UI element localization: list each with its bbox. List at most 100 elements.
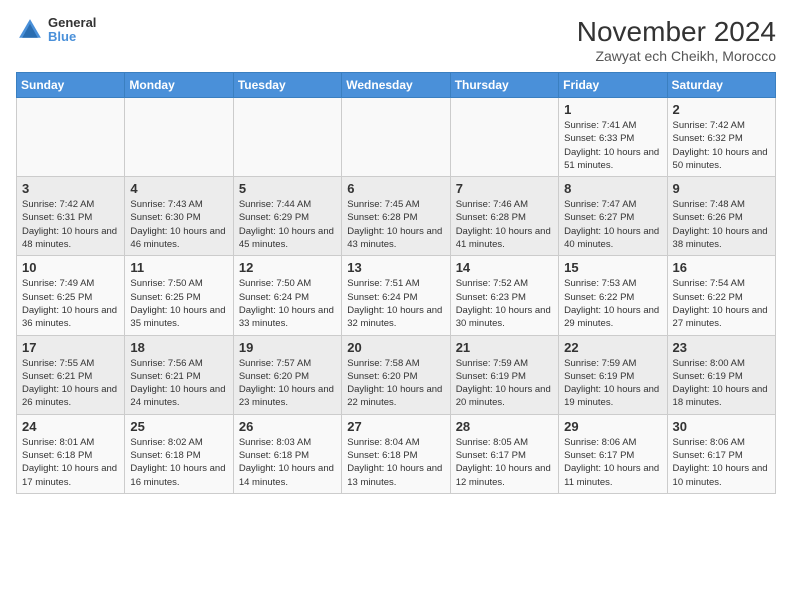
calendar-cell: 21 Sunrise: 7:59 AMSunset: 6:19 PMDayligh… — [450, 335, 558, 414]
day-number: 26 — [239, 419, 336, 434]
cell-line: Daylight: 10 hours and 20 minutes. — [456, 384, 551, 408]
cell-line: Sunset: 6:23 PM — [456, 292, 526, 303]
day-number: 14 — [456, 260, 553, 275]
calendar-cell: 22Sunrise: 7:59 AMSunset: 6:19 PMDayligh… — [559, 335, 667, 414]
calendar-week-row: 17 Sunrise: 7:55 AMSunset: 6:21 PMDayligh… — [17, 335, 776, 414]
calendar-header-row: SundayMondayTuesdayWednesdayThursdayFrid… — [17, 73, 776, 98]
calendar-cell: 8Sunrise: 7:47 AMSunset: 6:27 PMDaylight… — [559, 177, 667, 256]
day-number: 11 — [130, 260, 227, 275]
calendar-cell: 27Sunrise: 8:04 AMSunset: 6:18 PMDayligh… — [342, 414, 450, 493]
logo: General Blue — [16, 16, 96, 45]
cell-line: Sunrise: 7:47 AM — [564, 199, 636, 210]
calendar-cell: 26Sunrise: 8:03 AMSunset: 6:18 PMDayligh… — [233, 414, 341, 493]
cell-line: Sunrise: 7:51 AM — [347, 278, 419, 289]
cell-content: Sunrise: 7:58 AMSunset: 6:20 PMDaylight:… — [347, 357, 444, 410]
cell-line: Daylight: 10 hours and 36 minutes. — [22, 305, 117, 329]
cell-line: Sunset: 6:18 PM — [347, 450, 417, 461]
weekday-header: Tuesday — [233, 73, 341, 98]
cell-line: Sunset: 6:24 PM — [239, 292, 309, 303]
cell-content: Sunrise: 8:02 AMSunset: 6:18 PMDaylight:… — [130, 436, 227, 489]
calendar-cell: 3Sunrise: 7:42 AMSunset: 6:31 PMDaylight… — [17, 177, 125, 256]
cell-line: Sunset: 6:29 PM — [239, 212, 309, 223]
cell-line: Sunset: 6:21 PM — [130, 371, 200, 382]
cell-content: Sunrise: 7:41 AMSunset: 6:33 PMDaylight:… — [564, 119, 661, 172]
day-number: 24 — [22, 419, 119, 434]
day-number: 10 — [22, 260, 119, 275]
title-block: November 2024 Zawyat ech Cheikh, Morocco — [577, 16, 776, 64]
cell-line: Sunrise: 8:06 AM — [673, 437, 745, 448]
day-number: 20 — [347, 340, 444, 355]
cell-line: Sunrise: 7:48 AM — [673, 199, 745, 210]
cell-line: Daylight: 10 hours and 27 minutes. — [673, 305, 768, 329]
cell-content: Sunrise: 7:59 AMSunset: 6:19 PMDaylight:… — [456, 357, 553, 410]
calendar-cell: 5Sunrise: 7:44 AMSunset: 6:29 PMDaylight… — [233, 177, 341, 256]
cell-content: Sunrise: 8:00 AMSunset: 6:19 PMDaylight:… — [673, 357, 770, 410]
calendar-cell: 4Sunrise: 7:43 AMSunset: 6:30 PMDaylight… — [125, 177, 233, 256]
calendar-cell: 7Sunrise: 7:46 AMSunset: 6:28 PMDaylight… — [450, 177, 558, 256]
cell-line: Daylight: 10 hours and 19 minutes. — [564, 384, 659, 408]
day-number: 21 — [456, 340, 553, 355]
calendar-cell — [125, 98, 233, 177]
calendar-week-row: 1Sunrise: 7:41 AMSunset: 6:33 PMDaylight… — [17, 98, 776, 177]
cell-line: Sunrise: 7:45 AM — [347, 199, 419, 210]
cell-content: Sunrise: 7:42 AM Sunset: 6:32 PM Daylight:… — [673, 119, 770, 172]
cell-line: Sunrise: 7:52 AM — [456, 278, 528, 289]
cell-content: Sunrise: 7:59 AMSunset: 6:19 PMDaylight:… — [564, 357, 661, 410]
calendar-cell: 1Sunrise: 7:41 AMSunset: 6:33 PMDaylight… — [559, 98, 667, 177]
cell-line: Daylight: 10 hours and 50 minutes. — [673, 147, 768, 171]
page-header: General Blue November 2024 Zawyat ech Ch… — [16, 16, 776, 64]
cell-content: Sunrise: 7:55 AMSunset: 6:21 PMDaylight:… — [22, 357, 119, 410]
cell-content: Sunrise: 8:05 AMSunset: 6:17 PMDaylight:… — [456, 436, 553, 489]
cell-line: Sunset: 6:32 PM — [673, 133, 743, 144]
cell-line: Sunset: 6:28 PM — [347, 212, 417, 223]
logo-icon — [16, 16, 44, 44]
day-number: 17 — [22, 340, 119, 355]
day-number: 12 — [239, 260, 336, 275]
day-number: 29 — [564, 419, 661, 434]
calendar-cell: 12Sunrise: 7:50 AMSunset: 6:24 PMDayligh… — [233, 256, 341, 335]
weekday-header: Thursday — [450, 73, 558, 98]
cell-line: Sunrise: 7:42 AM — [673, 120, 745, 131]
cell-content: Sunrise: 7:51 AMSunset: 6:24 PMDaylight:… — [347, 277, 444, 330]
cell-line: Sunrise: 7:58 AM — [347, 358, 419, 369]
cell-line: Daylight: 10 hours and 14 minutes. — [239, 463, 334, 487]
cell-line: Sunset: 6:28 PM — [456, 212, 526, 223]
calendar-cell: 14Sunrise: 7:52 AMSunset: 6:23 PMDayligh… — [450, 256, 558, 335]
cell-line: Sunrise: 7:44 AM — [239, 199, 311, 210]
cell-line: Sunset: 6:31 PM — [22, 212, 92, 223]
cell-line: Daylight: 10 hours and 33 minutes. — [239, 305, 334, 329]
calendar-week-row: 3Sunrise: 7:42 AMSunset: 6:31 PMDaylight… — [17, 177, 776, 256]
cell-line: Sunset: 6:30 PM — [130, 212, 200, 223]
cell-line: Sunrise: 7:49 AM — [22, 278, 94, 289]
calendar-week-row: 24 Sunrise: 8:01 AM Sunset: 6:18 PM Dayligh… — [17, 414, 776, 493]
cell-content: Sunrise: 7:57 AMSunset: 6:20 PMDaylight:… — [239, 357, 336, 410]
cell-content: Sunrise: 7:49 AMSunset: 6:25 PMDaylight:… — [22, 277, 119, 330]
cell-content: Sunrise: 7:56 AMSunset: 6:21 PMDaylight:… — [130, 357, 227, 410]
cell-line: Sunrise: 8:01 AM — [22, 437, 94, 448]
cell-line: Sunrise: 7:42 AM — [22, 199, 94, 210]
calendar-cell — [450, 98, 558, 177]
cell-line: Sunset: 6:20 PM — [347, 371, 417, 382]
cell-line: Daylight: 10 hours and 32 minutes. — [347, 305, 442, 329]
calendar-cell: 16Sunrise: 7:54 AMSunset: 6:22 PMDayligh… — [667, 256, 775, 335]
page-title: November 2024 — [577, 16, 776, 48]
cell-content: Sunrise: 7:50 AMSunset: 6:25 PMDaylight:… — [130, 277, 227, 330]
day-number: 30 — [673, 419, 770, 434]
cell-line: Sunrise: 8:06 AM — [564, 437, 636, 448]
day-number: 2 — [673, 102, 770, 117]
cell-line: Sunset: 6:22 PM — [673, 292, 743, 303]
calendar-cell: 9Sunrise: 7:48 AMSunset: 6:26 PMDaylight… — [667, 177, 775, 256]
day-number: 6 — [347, 181, 444, 196]
cell-line: Sunset: 6:18 PM — [239, 450, 309, 461]
weekday-header: Friday — [559, 73, 667, 98]
cell-line: Sunrise: 7:59 AM — [456, 358, 528, 369]
cell-line: Sunrise: 7:50 AM — [130, 278, 202, 289]
cell-line: Daylight: 10 hours and 17 minutes. — [22, 463, 117, 487]
cell-content: Sunrise: 7:42 AMSunset: 6:31 PMDaylight:… — [22, 198, 119, 251]
day-number: 4 — [130, 181, 227, 196]
cell-content: Sunrise: 8:04 AMSunset: 6:18 PMDaylight:… — [347, 436, 444, 489]
cell-line: Sunset: 6:17 PM — [456, 450, 526, 461]
calendar-cell: 6Sunrise: 7:45 AMSunset: 6:28 PMDaylight… — [342, 177, 450, 256]
page-subtitle: Zawyat ech Cheikh, Morocco — [577, 48, 776, 64]
cell-line: Sunrise: 8:04 AM — [347, 437, 419, 448]
